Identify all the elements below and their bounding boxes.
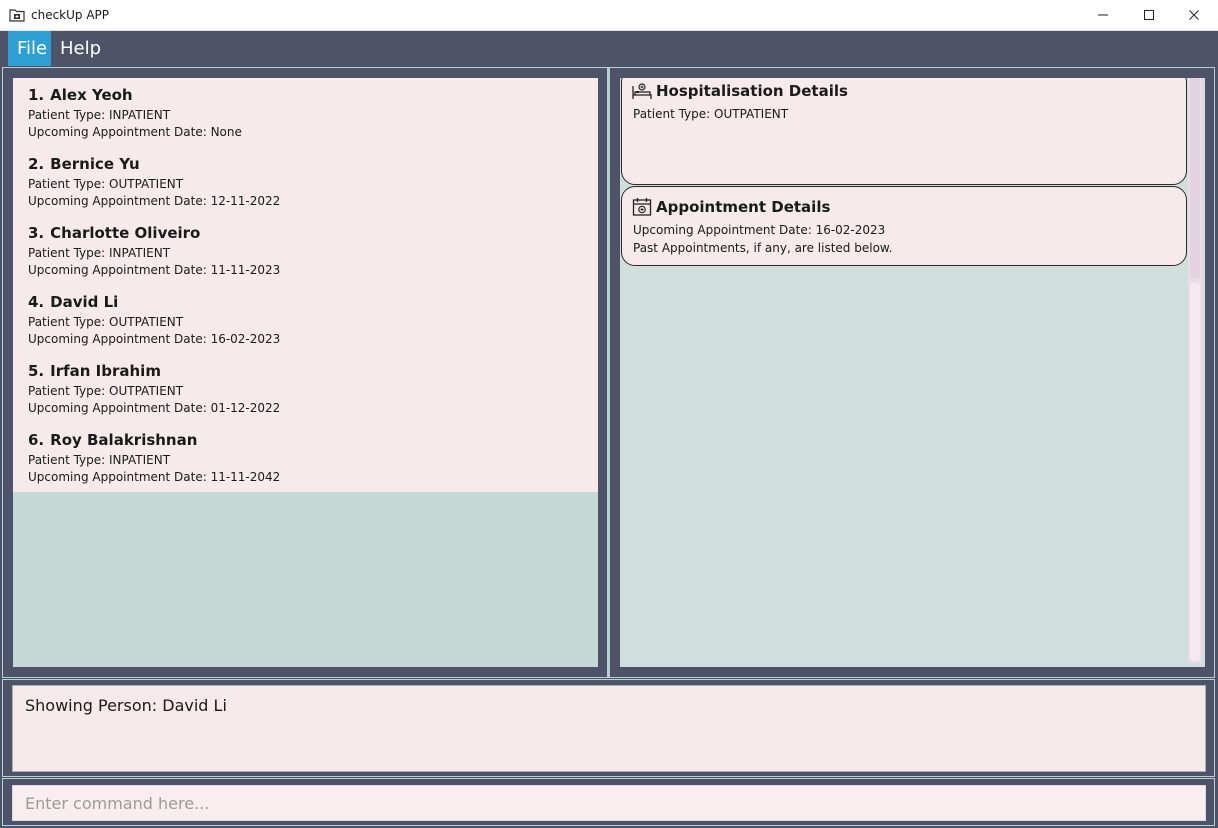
appointment-title: Appointment Details: [656, 198, 831, 216]
close-button[interactable]: [1171, 0, 1217, 30]
patient-card[interactable]: 1. Alex Yeoh Patient Type: INPATIENT Upco…: [13, 78, 598, 147]
patient-type: Patient Type: OUTPATIENT: [28, 384, 184, 398]
patient-card[interactable]: 2. Bernice Yu Patient Type: OUTPATIENT Up…: [13, 147, 598, 216]
maximize-button[interactable]: [1126, 0, 1172, 30]
split-divider[interactable]: [607, 68, 610, 677]
hospitalisation-patient-type: Patient Type: OUTPATIENT: [633, 107, 789, 121]
menu-bar: File Help: [0, 31, 1218, 66]
patient-index: 6.: [28, 431, 45, 449]
patient-index: 2.: [28, 155, 45, 173]
patient-index: 5.: [28, 362, 45, 380]
detail-scrollbar-lower[interactable]: [1190, 283, 1200, 661]
patient-name: Irfan Ibrahim: [50, 362, 161, 380]
patient-card[interactable]: 3. Charlotte Oliveiro Patient Type: INPAT…: [13, 216, 598, 285]
detail-panel: Hospitalisation Details Patient Type: OU…: [620, 78, 1205, 667]
menu-help[interactable]: Help: [51, 31, 107, 66]
patient-index: 3.: [28, 224, 45, 242]
hospitalisation-card: Hospitalisation Details Patient Type: OU…: [621, 78, 1187, 185]
patient-appointment: Upcoming Appointment Date: 12-11-2022: [28, 194, 281, 208]
window-title: checkUp APP: [31, 8, 110, 22]
patient-appointment: Upcoming Appointment Date: None: [28, 125, 242, 139]
upcoming-appointment: Upcoming Appointment Date: 16-02-2023: [633, 223, 886, 237]
patient-card[interactable]: 6. Roy Balakrishnan Patient Type: INPATIE…: [13, 423, 598, 492]
close-icon: [1189, 10, 1199, 20]
title-bar: checkUp APP: [0, 0, 1218, 31]
patient-type: Patient Type: INPATIENT: [28, 108, 171, 122]
patient-name: Roy Balakrishnan: [50, 431, 198, 449]
patient-name: Bernice Yu: [50, 155, 140, 173]
result-display: Showing Person: David Li: [12, 685, 1206, 772]
patient-appointment: Upcoming Appointment Date: 11-11-2023: [28, 263, 281, 277]
patient-appointment: Upcoming Appointment Date: 11-11-2042: [28, 470, 281, 484]
past-appointments-note: Past Appointments, if any, are listed be…: [633, 241, 893, 255]
minimize-icon: [1098, 14, 1108, 16]
patient-appointment: Upcoming Appointment Date: 01-12-2022: [28, 401, 281, 415]
hospitalisation-title: Hospitalisation Details: [656, 82, 848, 100]
patient-name: Alex Yeoh: [50, 86, 133, 104]
patient-index: 1.: [28, 86, 45, 104]
appointment-info: Upcoming Appointment Date: 16-02-2023 Pa…: [633, 221, 892, 257]
hospital-bed-icon: [632, 83, 652, 99]
patient-type: Patient Type: INPATIENT: [28, 453, 171, 467]
command-input[interactable]: [12, 785, 1206, 821]
patient-list: 1. Alex Yeoh Patient Type: INPATIENT Upco…: [13, 78, 598, 667]
patient-index: 4.: [28, 293, 45, 311]
patient-name: Charlotte Oliveiro: [50, 224, 201, 242]
patient-appointment: Upcoming Appointment Date: 16-02-2023: [28, 332, 281, 346]
appointment-card: Appointment Details Upcoming Appointment…: [621, 186, 1187, 266]
patient-type: Patient Type: INPATIENT: [28, 246, 171, 260]
patient-type: Patient Type: OUTPATIENT: [28, 315, 184, 329]
result-text: Showing Person: David Li: [25, 696, 227, 715]
maximize-icon: [1144, 10, 1154, 20]
patient-name: David Li: [50, 293, 119, 311]
patient-card[interactable]: 5. Irfan Ibrahim Patient Type: OUTPATIENT…: [13, 354, 598, 423]
menu-file[interactable]: File: [8, 31, 51, 66]
detail-scrollbar-thumb[interactable]: [1190, 78, 1200, 278]
minimize-button[interactable]: [1080, 0, 1126, 30]
app-folder-icon: [9, 9, 25, 22]
patient-card[interactable]: 4. David Li Patient Type: OUTPATIENT Upco…: [13, 285, 598, 354]
patient-type: Patient Type: OUTPATIENT: [28, 177, 184, 191]
calendar-icon: [632, 198, 652, 216]
